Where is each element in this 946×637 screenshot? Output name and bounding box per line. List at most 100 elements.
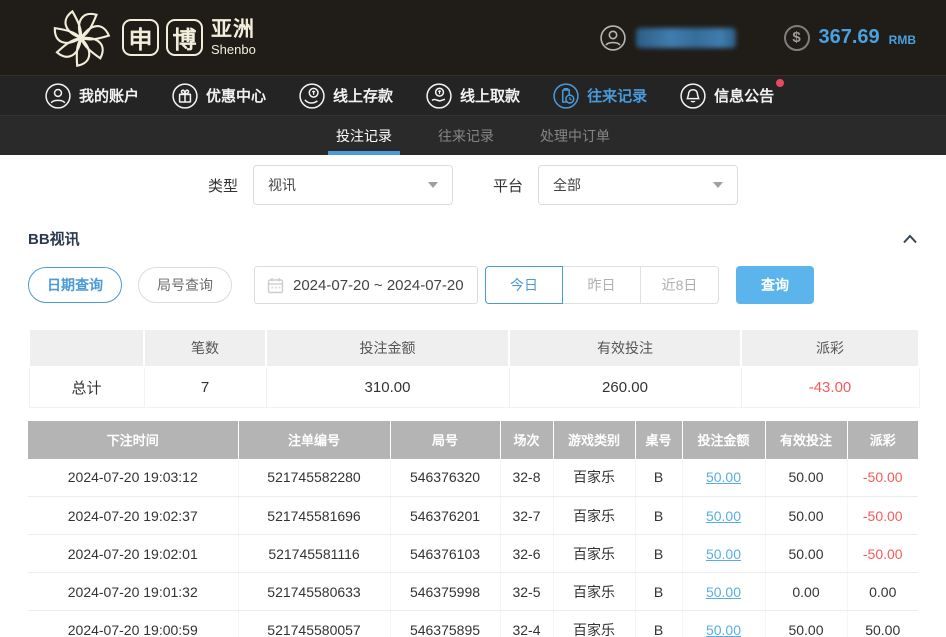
withdraw-icon bbox=[426, 83, 452, 109]
cell-round-id: 546375998 bbox=[390, 573, 500, 611]
cell-session: 32-7 bbox=[500, 497, 553, 535]
table-row: 2024-07-20 19:02:01 521745581116 5463761… bbox=[28, 535, 918, 573]
cell-bet-time: 2024-07-20 19:03:12 bbox=[28, 459, 238, 497]
tab-bet-records[interactable]: 投注记录 bbox=[328, 116, 400, 155]
detail-header-row: 下注时间 注单编号 局号 场次 游戏类别 桌号 投注金额 有效投注 派彩 bbox=[28, 421, 918, 459]
table-row: 2024-07-20 19:02:37 521745581696 5463762… bbox=[28, 497, 918, 535]
cell-payout: -50.00 bbox=[847, 535, 918, 573]
summary-table: 笔数 投注金额 有效投注 派彩 总计 7 310.00 260.00 -43.0… bbox=[28, 328, 920, 408]
cell-bet-time: 2024-07-20 19:02:37 bbox=[28, 497, 238, 535]
quick-btn-today[interactable]: 今日 bbox=[485, 266, 563, 304]
type-select[interactable]: 视讯 bbox=[253, 165, 453, 205]
cell-bet-id: 521745581116 bbox=[238, 535, 390, 573]
bet-amount-link[interactable]: 50.00 bbox=[706, 508, 741, 524]
bet-detail-table: 下注时间 注单编号 局号 场次 游戏类别 桌号 投注金额 有效投注 派彩 202… bbox=[28, 421, 918, 637]
nav-item-announcements[interactable]: 信息公告 bbox=[680, 83, 774, 109]
dollar-coin-icon: $ bbox=[784, 25, 810, 51]
date-range-input[interactable]: 2024-07-20 ~ 2024-07-20 bbox=[254, 266, 478, 304]
cell-bet-id: 521745580633 bbox=[238, 573, 390, 611]
cell-bet-id: 521745580057 bbox=[238, 611, 390, 637]
brand-logo[interactable]: 申 博 亚洲 Shenbo bbox=[50, 7, 256, 69]
calendar-icon bbox=[267, 277, 284, 294]
tab-processing-orders[interactable]: 处理中订单 bbox=[532, 116, 618, 155]
cell-game-type: 百家乐 bbox=[553, 459, 635, 497]
summary-header-payout: 派彩 bbox=[741, 329, 919, 367]
flower-logo-icon bbox=[50, 7, 112, 69]
cell-round-id: 546376320 bbox=[390, 459, 500, 497]
detail-header-bet-amount: 投注金额 bbox=[682, 421, 765, 459]
platform-select[interactable]: 全部 bbox=[538, 165, 738, 205]
summary-total-count: 7 bbox=[144, 367, 266, 407]
detail-header-game: 游戏类别 bbox=[553, 421, 635, 459]
cell-payout: -50.00 bbox=[847, 497, 918, 535]
nav-item-withdraw[interactable]: 线上取款 bbox=[426, 83, 520, 109]
cell-session: 32-4 bbox=[500, 611, 553, 637]
balance-area[interactable]: $ 367.69 RMB bbox=[784, 25, 917, 51]
summary-total-label: 总计 bbox=[29, 367, 144, 407]
nav-label: 信息公告 bbox=[714, 85, 774, 106]
cell-game-type: 百家乐 bbox=[553, 497, 635, 535]
type-select-value: 视讯 bbox=[268, 175, 296, 195]
bet-amount-link[interactable]: 50.00 bbox=[706, 546, 741, 562]
summary-header-blank bbox=[29, 329, 144, 367]
cell-game-type: 百家乐 bbox=[553, 611, 635, 637]
bet-amount-link[interactable]: 50.00 bbox=[706, 469, 741, 485]
main-nav: 我的账户 优惠中心 线上存款 线上取款 往来记录 bbox=[0, 75, 946, 115]
nav-item-promotions[interactable]: 优惠中心 bbox=[172, 83, 266, 109]
round-query-button[interactable]: 局号查询 bbox=[138, 267, 232, 303]
nav-label: 线上存款 bbox=[333, 85, 393, 106]
cell-valid-bet: 0.00 bbox=[765, 573, 847, 611]
detail-header-bet-id: 注单编号 bbox=[238, 421, 390, 459]
brand-region-label: 亚洲 bbox=[211, 19, 256, 40]
summary-total-bet-amount: 310.00 bbox=[266, 367, 509, 407]
nav-label: 我的账户 bbox=[79, 85, 139, 106]
search-button[interactable]: 查询 bbox=[736, 266, 814, 304]
nav-label: 线上取款 bbox=[460, 85, 520, 106]
bet-amount-link[interactable]: 50.00 bbox=[706, 584, 741, 600]
chevron-down-icon bbox=[713, 182, 723, 188]
platform-select-value: 全部 bbox=[553, 175, 581, 195]
collapse-chevron-up-icon[interactable] bbox=[902, 234, 918, 244]
detail-header-round-id: 局号 bbox=[390, 421, 500, 459]
summary-total-payout: -43.00 bbox=[741, 367, 919, 407]
bet-amount-link[interactable]: 50.00 bbox=[706, 622, 741, 637]
deposit-icon bbox=[299, 83, 325, 109]
cell-payout: -50.00 bbox=[847, 459, 918, 497]
chevron-down-icon bbox=[428, 182, 438, 188]
cell-valid-bet: 50.00 bbox=[765, 611, 847, 637]
cell-round-id: 546376201 bbox=[390, 497, 500, 535]
cell-valid-bet: 50.00 bbox=[765, 497, 847, 535]
quick-date-group: 今日 昨日 近8日 bbox=[485, 266, 719, 304]
cell-table-no: B bbox=[635, 497, 682, 535]
brand-subtitle: Shenbo bbox=[211, 43, 256, 56]
tab-transaction-records[interactable]: 往来记录 bbox=[430, 116, 502, 155]
detail-header-session: 场次 bbox=[500, 421, 553, 459]
cell-payout: 0.00 bbox=[847, 573, 918, 611]
nav-label: 优惠中心 bbox=[206, 85, 266, 106]
cell-round-id: 546375895 bbox=[390, 611, 500, 637]
detail-header-payout: 派彩 bbox=[847, 421, 918, 459]
type-filter-label: 类型 bbox=[208, 175, 238, 196]
nav-item-records[interactable]: 往来记录 bbox=[553, 83, 647, 109]
bell-icon bbox=[680, 83, 706, 109]
filter-row: 类型 视讯 平台 全部 bbox=[0, 155, 946, 205]
detail-header-table-no: 桌号 bbox=[635, 421, 682, 459]
nav-item-my-account[interactable]: 我的账户 bbox=[45, 83, 139, 109]
quick-btn-last8days[interactable]: 近8日 bbox=[641, 266, 719, 304]
cell-round-id: 546376103 bbox=[390, 535, 500, 573]
brand-char-1: 申 bbox=[122, 19, 159, 56]
table-row: 2024-07-20 19:00:59 521745580057 5463758… bbox=[28, 611, 918, 637]
date-query-button[interactable]: 日期查询 bbox=[28, 267, 122, 303]
summary-header-valid-bet: 有效投注 bbox=[509, 329, 741, 367]
section-title: BB视讯 bbox=[28, 228, 80, 249]
top-header: 申 博 亚洲 Shenbo $ 367.69 RMB bbox=[0, 0, 946, 75]
nav-item-deposit[interactable]: 线上存款 bbox=[299, 83, 393, 109]
user-account-area[interactable] bbox=[600, 25, 736, 51]
summary-total-row: 总计 7 310.00 260.00 -43.00 bbox=[29, 367, 919, 407]
user-icon bbox=[45, 83, 71, 109]
cell-table-no: B bbox=[635, 611, 682, 637]
cell-bet-time: 2024-07-20 19:02:01 bbox=[28, 535, 238, 573]
cell-valid-bet: 50.00 bbox=[765, 459, 847, 497]
cell-valid-bet: 50.00 bbox=[765, 535, 847, 573]
quick-btn-yesterday[interactable]: 昨日 bbox=[563, 266, 641, 304]
